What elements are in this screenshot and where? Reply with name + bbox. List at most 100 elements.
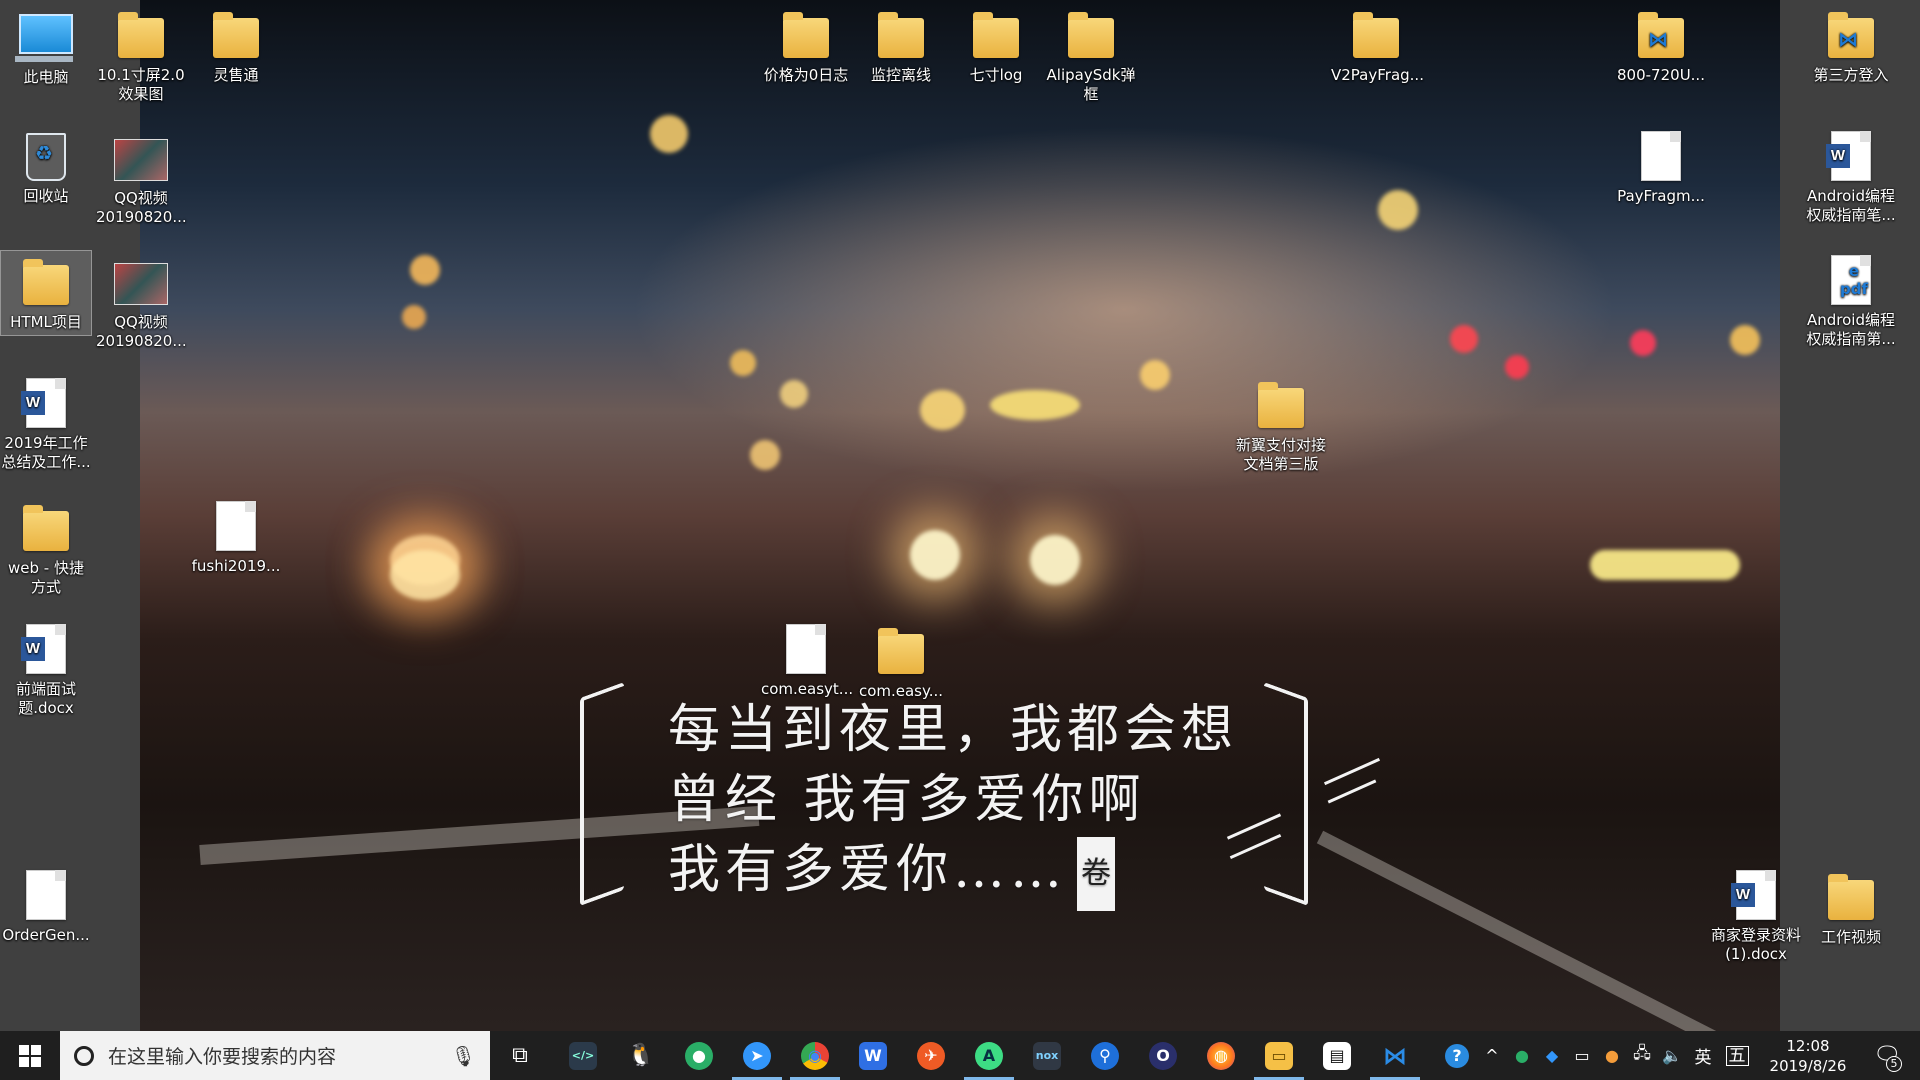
tray-dingtalk-icon[interactable]: ◆ <box>1538 1031 1566 1080</box>
task-view-button[interactable]: ⧉ <box>492 1031 548 1080</box>
desktop: 每当到夜里，我都会想 曾经 我有多爱你啊 我有多爱你……卷 此电脑 回收站 HT… <box>0 0 1920 1031</box>
start-button[interactable] <box>0 1031 60 1080</box>
desktop-icon-fushi[interactable]: fushi2019... <box>191 497 281 576</box>
desktop-icon-ordergen[interactable]: OrderGen... <box>1 866 91 945</box>
quote-bracket-left <box>580 681 624 907</box>
ime-label: 英 <box>1694 1048 1712 1068</box>
quote-line: 我有多爱你…… 卷 <box>668 835 1238 911</box>
windows-logo-icon <box>19 1044 41 1067</box>
quote-line: 曾经 我有多爱你啊 <box>668 770 1146 830</box>
show-hidden-icons-button[interactable]: ^ <box>1478 1031 1506 1080</box>
action-center-button[interactable]: 🗨 5 <box>1862 1031 1912 1080</box>
desktop-icon-work-summary[interactable]: W 2019年工作总结及工作... <box>1 374 91 472</box>
desktop-icon-recycle-bin[interactable]: 回收站 <box>1 127 91 206</box>
desktop-icon-800-720[interactable]: ⋈ 800-720U... <box>1616 4 1706 85</box>
desktop-icon-monitor-offline[interactable]: 监控离线 <box>856 4 946 85</box>
android-studio-icon: A <box>975 1041 1003 1070</box>
desktop-icon-html-project[interactable]: HTML项目 <box>0 250 92 336</box>
nox-player-icon: nox <box>1033 1041 1061 1070</box>
taskbar-app-terminal[interactable]: </> <box>554 1031 612 1080</box>
ime-mode-indicator[interactable]: 五 <box>1722 1031 1752 1080</box>
bokeh-light <box>650 115 688 153</box>
terminal-icon: </> <box>569 1041 597 1070</box>
input-language-indicator[interactable]: 英 <box>1688 1031 1718 1080</box>
taskbar-app-eclipse[interactable]: O <box>1134 1031 1192 1080</box>
desktop-icon-payfragm[interactable]: PayFragm... <box>1616 127 1706 206</box>
taskbar-app-android-studio[interactable]: A <box>960 1031 1018 1080</box>
tray-wechat-icon[interactable]: ● <box>1508 1031 1536 1080</box>
icon-label: QQ视频20190820... <box>96 313 187 350</box>
icon-label: 2019年工作总结及工作... <box>1 434 91 471</box>
desktop-icon-qq-video-1[interactable]: QQ视频20190820... <box>96 127 187 227</box>
icon-label: 10.1寸屏2.0效果图 <box>97 66 185 103</box>
vscode-badge-icon: ⋈ <box>1838 27 1858 51</box>
desktop-icon-frontend-interview[interactable]: W 前端面试题.docx <box>1 620 91 718</box>
desktop-icon-xinyi-pay[interactable]: 新翼支付对接文档第三版 <box>1236 374 1326 474</box>
taskbar-app-firefox[interactable]: ◍ <box>1192 1031 1250 1080</box>
desktop-icon-android-notes[interactable]: W Android编程权威指南笔... <box>1806 127 1896 225</box>
desktop-icon-web-shortcut[interactable]: web - 快捷方式 <box>1 497 91 597</box>
desktop-icon-seven-inch-log[interactable]: 七寸log <box>951 4 1041 85</box>
clock-time: 12:08 <box>1786 1036 1830 1055</box>
taskbar-app-postman[interactable]: ✈ <box>902 1031 960 1080</box>
search-input[interactable]: 在这里输入你要搜索的内容 🎙 <box>60 1031 490 1080</box>
bokeh-light <box>1450 325 1478 353</box>
desktop-icon-v2payfrag[interactable]: V2PayFrag... <box>1331 4 1424 85</box>
quote-seal: 卷 <box>1077 836 1116 911</box>
word-badge-icon: W <box>21 637 45 661</box>
desktop-icon-screen-effects[interactable]: 10.1寸屏2.0效果图 <box>96 4 186 104</box>
dingtalk-tray-glyph: ◆ <box>1545 1046 1559 1065</box>
firefox-icon: ◍ <box>1207 1041 1235 1070</box>
desktop-icon-this-pc[interactable]: 此电脑 <box>1 4 91 87</box>
taskbar-app-wps[interactable]: W <box>844 1031 902 1080</box>
headlight <box>910 530 960 580</box>
folder-shortcut-icon <box>23 505 69 551</box>
icon-label: QQ视频20190820... <box>96 189 187 226</box>
word-document-icon: W <box>1731 870 1776 920</box>
taskbar-app-file-explorer[interactable]: ▭ <box>1250 1031 1308 1080</box>
microphone-icon[interactable]: 🎙 <box>451 1044 476 1068</box>
desktop-icon-lingshoutong[interactable]: 灵售通 <box>191 4 281 85</box>
taskbar-app-chrome[interactable]: ◉ <box>786 1031 844 1080</box>
desktop-icon-price-zero-log[interactable]: 价格为0日志 <box>761 4 851 85</box>
desktop-icon-third-login[interactable]: ⋈ 第三方登入 <box>1806 4 1896 85</box>
wechat-tray-glyph: ● <box>1515 1046 1529 1065</box>
icon-label: PayFragm... <box>1617 187 1705 205</box>
desktop-icon-alipay-sdk[interactable]: AlipaySdk弹框 <box>1046 4 1136 104</box>
bokeh-light <box>1730 325 1760 355</box>
icon-label: HTML项目 <box>10 313 82 331</box>
desktop-icon-qq-video-2[interactable]: QQ视频20190820... <box>96 251 187 351</box>
desktop-icon-com-easyt[interactable]: com.easyt... <box>761 620 853 699</box>
icon-label: 灵售通 <box>213 66 259 84</box>
icon-label: web - 快捷方式 <box>8 559 84 596</box>
taskbar-app-qq[interactable]: 🐧 <box>612 1031 670 1080</box>
taskbar-app-nox[interactable]: nox <box>1018 1031 1076 1080</box>
icon-label: 第三方登入 <box>1813 66 1889 84</box>
icon-label: 商家登录资料(1).docx <box>1711 926 1802 963</box>
taskbar-app-dingtalk[interactable]: ➤ <box>728 1031 786 1080</box>
icon-label: 工作视频 <box>1820 928 1881 946</box>
desktop-icon-com-easy[interactable]: com.easy... <box>856 620 946 701</box>
folder-icon <box>1258 382 1304 428</box>
computer-icon <box>15 14 73 62</box>
cortana-icon <box>74 1045 94 1066</box>
taskbar-app-wechat[interactable]: ● <box>670 1031 728 1080</box>
search-placeholder: 在这里输入你要搜索的内容 <box>108 1046 337 1068</box>
taskbar-app-movie-maker[interactable]: ▤ <box>1308 1031 1366 1080</box>
taskbar-app-maps[interactable]: ⚲ <box>1076 1031 1134 1080</box>
desktop-icon-android-pdf[interactable]: e pdf Android编程权威指南第... <box>1806 251 1896 349</box>
taskbar-app-vscode[interactable]: ⋈ <box>1366 1031 1424 1080</box>
clock[interactable]: 12:08 2019/8/26 <box>1758 1031 1858 1080</box>
desktop-icon-merchant-login[interactable]: W 商家登录资料(1).docx <box>1711 866 1801 964</box>
icon-label: 回收站 <box>23 187 69 205</box>
folder-icon <box>1353 12 1399 58</box>
volume-icon[interactable]: 🔈 <box>1658 1031 1686 1080</box>
tray-app-icon[interactable]: ● <box>1598 1031 1626 1080</box>
network-icon[interactable]: 🖧 <box>1628 1031 1656 1080</box>
battery-icon[interactable]: ▭ <box>1568 1031 1596 1080</box>
folder-icon <box>118 12 164 58</box>
desktop-icon-work-video[interactable]: 工作视频 <box>1806 866 1896 947</box>
qq-penguin-icon: 🐧 <box>627 1043 655 1068</box>
help-icon[interactable]: ? <box>1440 1031 1474 1080</box>
word-badge-icon: W <box>21 391 45 415</box>
